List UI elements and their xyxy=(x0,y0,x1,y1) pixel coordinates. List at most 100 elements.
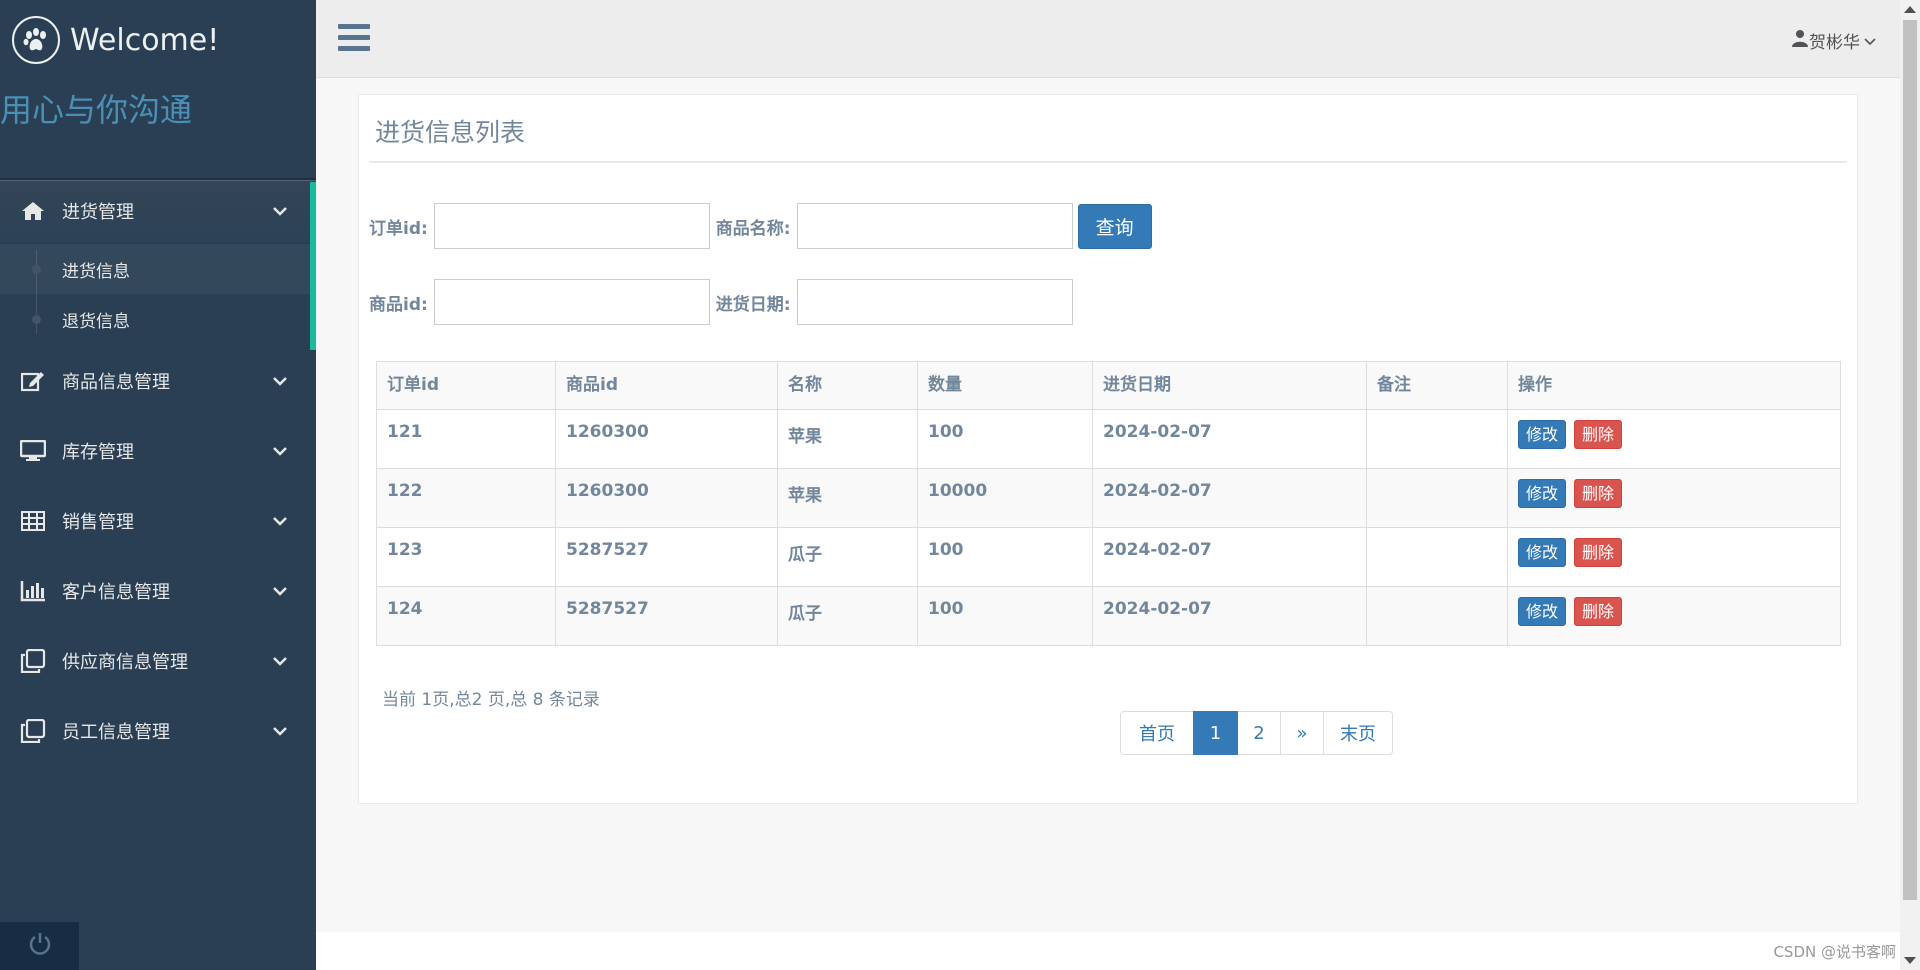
product-name-input[interactable] xyxy=(796,203,1073,249)
menu-item-inventory[interactable]: 库存管理 xyxy=(0,416,316,486)
logout-button[interactable] xyxy=(0,922,79,970)
purchase-date-label: 进货日期: xyxy=(715,294,791,315)
cell-quantity: 100 xyxy=(917,586,1093,646)
chevron-down-icon xyxy=(268,586,292,596)
bullet-icon xyxy=(32,315,41,324)
column-header[interactable]: 数量 xyxy=(917,361,1093,410)
chevron-down-icon xyxy=(1864,31,1876,51)
cell-remark xyxy=(1366,468,1508,528)
menu-item-sales[interactable]: 销售管理 xyxy=(0,486,316,556)
power-icon xyxy=(28,932,52,960)
scroll-down-icon[interactable] xyxy=(1904,957,1916,964)
menu-item-supplier-info[interactable]: 供应商信息管理 xyxy=(0,626,316,696)
column-header[interactable]: 备注 xyxy=(1366,361,1508,410)
cell-actions: 修改 删除 xyxy=(1507,586,1841,646)
menu-item-label: 商品信息管理 xyxy=(62,372,170,393)
chevron-down-icon xyxy=(268,446,292,456)
column-header[interactable]: 操作 xyxy=(1507,361,1841,410)
product-id-input[interactable] xyxy=(433,279,710,325)
menu-toggle-icon[interactable] xyxy=(338,24,370,54)
order-id-label: 订单id: xyxy=(369,218,428,239)
cell-date: 2024-02-07 xyxy=(1092,409,1367,469)
cell-product-id: 5287527 xyxy=(555,527,778,587)
cell-date: 2024-02-07 xyxy=(1092,468,1367,528)
product-id-label: 商品id: xyxy=(369,294,428,315)
menu-item-customer-info[interactable]: 客户信息管理 xyxy=(0,556,316,626)
edit-button[interactable]: 修改 xyxy=(1518,597,1567,626)
delete-button[interactable]: 删除 xyxy=(1574,538,1623,567)
brand-title: Welcome! xyxy=(70,22,220,58)
cell-order-id: 121 xyxy=(376,409,556,469)
submenu-item-label: 进货信息 xyxy=(62,261,130,282)
cell-remark xyxy=(1366,409,1508,469)
bar-chart-icon xyxy=(20,579,46,603)
column-header[interactable]: 进货日期 xyxy=(1092,361,1367,410)
cell-name: 瓜子 xyxy=(777,586,918,646)
page-button-2[interactable]: 2 xyxy=(1237,711,1281,755)
menu-item-product-info[interactable]: 商品信息管理 xyxy=(0,346,316,416)
table-header-row: 订单id 商品id 名称 数量 进货日期 备注 操作 xyxy=(376,361,1841,410)
submenu-item-label: 退货信息 xyxy=(62,311,130,332)
column-header[interactable]: 订单id xyxy=(376,361,556,410)
first-page-button[interactable]: 首页 xyxy=(1120,711,1194,755)
query-button[interactable]: 查询 xyxy=(1077,203,1152,249)
home-icon xyxy=(20,199,46,223)
delete-button[interactable]: 删除 xyxy=(1574,479,1623,508)
cell-order-id: 122 xyxy=(376,468,556,528)
page-title: 进货信息列表 xyxy=(375,118,526,147)
cell-name: 瓜子 xyxy=(777,527,918,587)
table-row: 121 1260300 苹果 100 2024-02-07 修改 删除 xyxy=(376,409,1841,469)
cell-actions: 修改 删除 xyxy=(1507,409,1841,469)
clone-icon xyxy=(20,649,46,673)
order-id-input[interactable] xyxy=(433,203,710,249)
purchase-list-panel: 进货信息列表 订单id: 商品名称: 查询 商品id: 进货日期: 订单id 商… xyxy=(358,94,1858,804)
next-page-button[interactable]: » xyxy=(1280,711,1324,755)
cell-product-id: 1260300 xyxy=(555,468,778,528)
page-button-1[interactable]: 1 xyxy=(1193,711,1238,755)
title-divider xyxy=(369,161,1847,163)
chevron-down-icon xyxy=(268,206,292,216)
product-name-label: 商品名称: xyxy=(715,218,791,239)
cell-product-id: 5287527 xyxy=(555,586,778,646)
cell-quantity: 100 xyxy=(917,409,1093,469)
purchase-table: 订单id 商品id 名称 数量 进货日期 备注 操作 121 1260300 苹… xyxy=(376,361,1841,646)
cell-remark xyxy=(1366,586,1508,646)
purchase-date-input[interactable] xyxy=(796,279,1073,325)
submenu-item-return-info[interactable]: 退货信息 xyxy=(0,294,316,344)
chevron-down-icon xyxy=(268,376,292,386)
menu-item-label: 客户信息管理 xyxy=(62,582,170,603)
user-menu[interactable]: 贺彬华 xyxy=(1791,28,1876,53)
menu-item-employee-info[interactable]: 员工信息管理 xyxy=(0,696,316,766)
clone-icon xyxy=(20,719,46,743)
record-summary: 当前 1页,总2 页,总 8 条记录 xyxy=(382,690,600,710)
search-row-1: 订单id: 商品名称: 查询 xyxy=(369,203,1152,249)
cell-name: 苹果 xyxy=(777,468,918,528)
brand[interactable]: Welcome! xyxy=(0,0,316,80)
column-header[interactable]: 名称 xyxy=(777,361,918,410)
scroll-up-icon[interactable] xyxy=(1904,6,1916,13)
last-page-button[interactable]: 末页 xyxy=(1323,711,1393,755)
delete-button[interactable]: 删除 xyxy=(1574,420,1623,449)
page-scrollbar[interactable] xyxy=(1900,0,1920,970)
edit-button[interactable]: 修改 xyxy=(1518,538,1567,567)
menu-item-purchase[interactable]: 进货管理 xyxy=(0,180,316,242)
edit-button[interactable]: 修改 xyxy=(1518,420,1567,449)
user-icon xyxy=(1791,29,1809,52)
chevron-down-icon xyxy=(268,656,292,666)
table-row: 123 5287527 瓜子 100 2024-02-07 修改 删除 xyxy=(376,527,1841,587)
cell-order-id: 124 xyxy=(376,586,556,646)
edit-button[interactable]: 修改 xyxy=(1518,479,1567,508)
delete-button[interactable]: 删除 xyxy=(1574,597,1623,626)
cell-quantity: 100 xyxy=(917,527,1093,587)
active-menu-indicator xyxy=(310,182,316,350)
column-header[interactable]: 商品id xyxy=(555,361,778,410)
cell-actions: 修改 删除 xyxy=(1507,468,1841,528)
menu-item-label: 库存管理 xyxy=(62,442,134,463)
menu-item-label: 销售管理 xyxy=(62,512,134,533)
submenu-item-purchase-info[interactable]: 进货信息 xyxy=(0,244,316,294)
scroll-thumb[interactable] xyxy=(1903,20,1917,900)
edit-icon xyxy=(20,369,46,393)
chevron-down-icon xyxy=(268,726,292,736)
desktop-icon xyxy=(20,439,46,463)
cell-remark xyxy=(1366,527,1508,587)
